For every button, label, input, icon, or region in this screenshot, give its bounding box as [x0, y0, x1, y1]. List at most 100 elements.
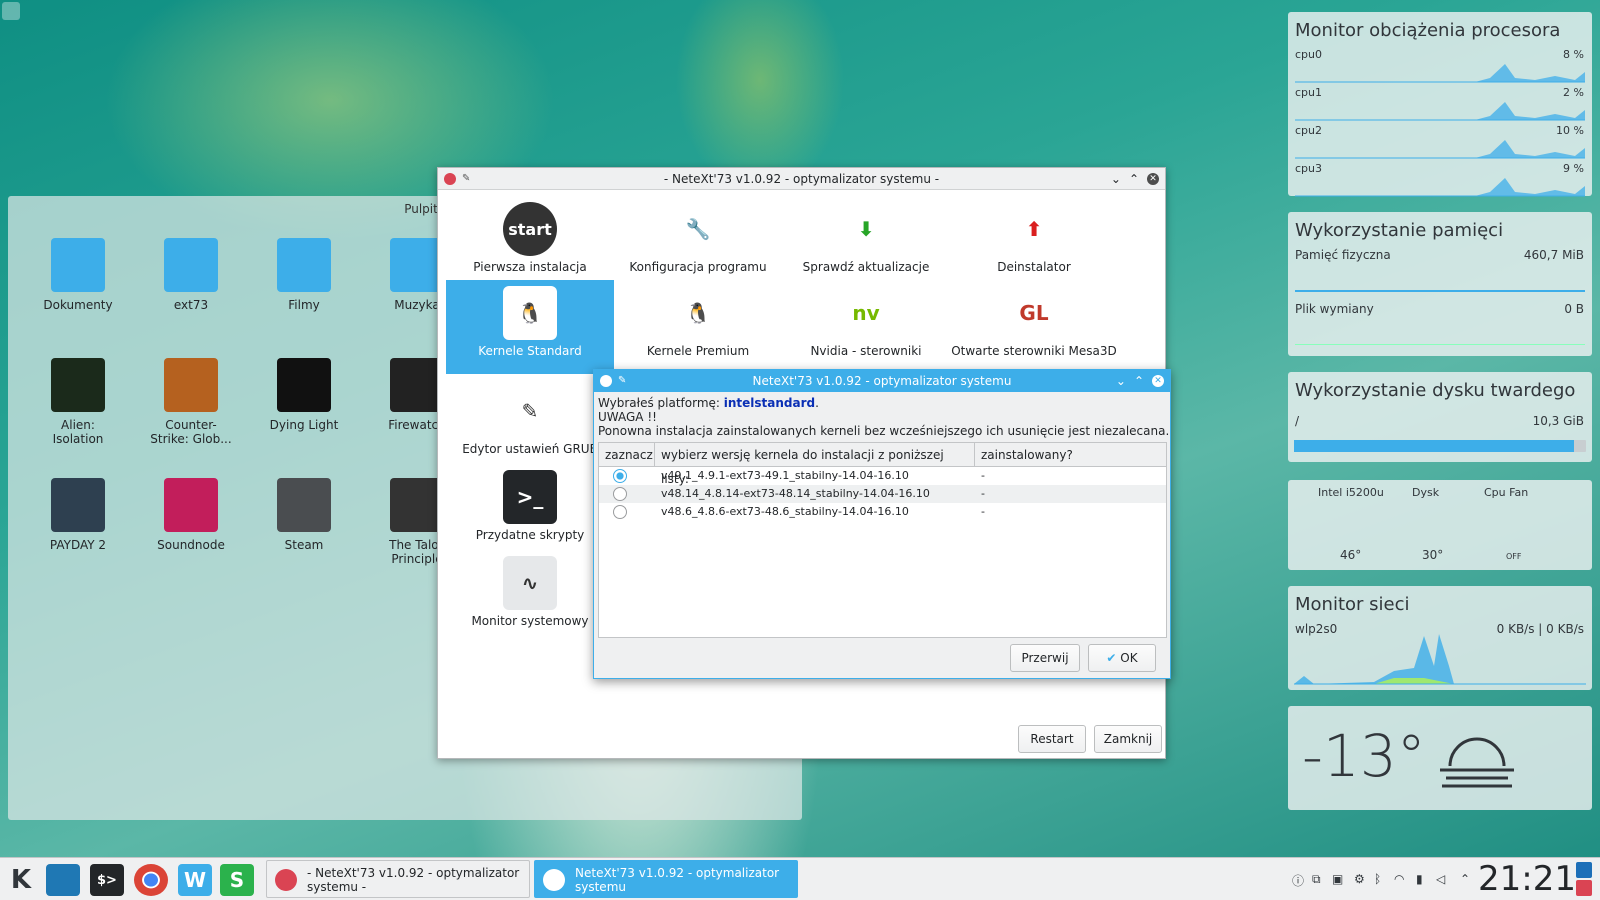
column-header-installed[interactable]: zainstalowany?	[975, 443, 1166, 466]
opengl-icon: GL	[1007, 286, 1061, 340]
main-window-titlebar[interactable]: ✎ - NeteXt'73 v1.0.92 - optymalizator sy…	[438, 168, 1165, 190]
kernel-radio[interactable]	[613, 487, 627, 501]
videos-folder-icon	[277, 238, 331, 292]
taskbar-task[interactable]: NeteXt'73 v1.0.92 - optymalizator system…	[534, 860, 798, 898]
memory-widget[interactable]: Wykorzystanie pamięci Pamięć fizyczna 46…	[1288, 212, 1592, 356]
kde-connect-icon[interactable]: ⚙	[1354, 872, 1365, 886]
kernel-dialog: ✎ NeteXt'73 v1.0.92 - optymalizator syst…	[593, 369, 1171, 679]
desktop-icon-label: Soundnode	[157, 538, 225, 552]
desktop-icon[interactable]: Dying Light	[250, 358, 358, 432]
desktop-icon[interactable]: ext73	[137, 238, 245, 312]
desktop-icon[interactable]: PAYDAY 2	[24, 478, 132, 552]
kernel-radio[interactable]	[613, 469, 627, 483]
tile-label: Deinstalator	[997, 260, 1071, 274]
kernel-radio[interactable]	[613, 505, 627, 519]
desktop-pager-icon[interactable]	[46, 864, 80, 896]
kernel-version: v48.6_4.8.6-ext73-48.6_stabilny-14.04-16…	[661, 505, 909, 518]
table-header: zaznacz wybierz wersję kernela do instal…	[599, 443, 1166, 486]
ok-label: OK	[1120, 651, 1138, 665]
desktop-icon[interactable]: Counter- Strike: Glob...	[137, 358, 245, 446]
weather-temperature: -13°	[1302, 722, 1426, 790]
maximize-icon[interactable]: ⌃	[1134, 370, 1144, 392]
tile-terminal[interactable]: >_ Przydatne skrypty	[446, 464, 614, 554]
network-widget[interactable]: Monitor sieci wlp2s0 0 KB/s | 0 KB/s	[1288, 586, 1592, 690]
tile-tux-ball[interactable]: 🐧 Kernele Standard	[446, 280, 614, 374]
clipboard-icon[interactable]: ⧉	[1312, 872, 1321, 887]
maximize-icon[interactable]: ⌃	[1129, 168, 1139, 190]
close-icon[interactable]: ✕	[1152, 375, 1164, 387]
ok-button[interactable]: ✔ OK	[1088, 644, 1156, 672]
volume-icon[interactable]: ◁	[1436, 872, 1445, 886]
tile-system-monitor[interactable]: ∿ Monitor systemowy	[446, 550, 614, 640]
tux-icon: 🐧	[671, 286, 725, 340]
cpu-core-graph	[1295, 140, 1585, 159]
alien-game-icon	[51, 358, 105, 412]
cpu-monitor-widget[interactable]: Monitor obciążenia procesora cpu0 8 % cpu1…	[1288, 12, 1592, 197]
checkmark-icon: ✔	[1106, 651, 1117, 665]
firewatch-game-icon	[390, 358, 444, 412]
app-menu-icon[interactable]	[444, 173, 456, 185]
desktop-icon[interactable]: Filmy	[250, 238, 358, 312]
tile-wrench[interactable]: 🔧 Konfiguracja programu	[614, 196, 782, 286]
close-button[interactable]: Zamknij	[1094, 725, 1162, 753]
tile-download-arrow[interactable]: ⬇ Sprawdź aktualizacje	[782, 196, 950, 286]
restart-button[interactable]: Restart	[1018, 725, 1086, 753]
sensors-widget[interactable]: Intel i5200u Dysk Cpu Fan 46° 30° OFF	[1288, 480, 1592, 570]
bluetooth-icon[interactable]: ᛒ	[1374, 872, 1381, 886]
close-icon[interactable]: ✕	[1147, 173, 1159, 185]
chrome-icon[interactable]	[134, 864, 168, 896]
writer-icon[interactable]: W	[178, 864, 212, 896]
wifi-icon[interactable]: ◠	[1394, 872, 1404, 886]
physical-memory-label: Pamięć fizyczna	[1295, 248, 1391, 262]
clock[interactable]: 21:21	[1478, 858, 1576, 900]
weather-widget[interactable]: -13°	[1288, 706, 1592, 810]
swap-value: 0 B	[1564, 302, 1584, 316]
desktop-icon[interactable]: Steam	[250, 478, 358, 552]
network-graph	[1294, 634, 1586, 685]
taskbar-task[interactable]: - NeteXt'73 v1.0.92 - optymalizator syst…	[266, 860, 530, 898]
cpu-core-graph	[1295, 178, 1585, 197]
tile-uninstall-arrow[interactable]: ⬆ Deinstalator	[950, 196, 1118, 286]
spreadsheet-icon[interactable]: S	[220, 864, 254, 896]
platform-line: Wybrałeś platformę: intelstandard.	[598, 396, 819, 410]
pin-icon[interactable]: ✎	[618, 375, 626, 387]
tile-label: Monitor systemowy	[471, 614, 589, 628]
power-icon[interactable]	[1576, 880, 1592, 896]
installed-status: -	[981, 505, 985, 518]
column-header-kernel[interactable]: wybierz wersję kernela do instalacji z p…	[655, 443, 975, 486]
minimize-icon[interactable]: ⌄	[1116, 370, 1126, 392]
kernel-version: v48.14_4.8.14-ext73-48.14_stabilny-14.04…	[661, 487, 930, 500]
tile-nvidia[interactable]: nv Nvidia - sterowniki	[782, 280, 950, 370]
desktop-icon-label: Filmy	[288, 298, 320, 312]
minimize-icon[interactable]: ⌄	[1111, 168, 1121, 190]
swap-label: Plik wymiany	[1295, 302, 1374, 316]
table-row[interactable]: v49.1_4.9.1-ext73-49.1_stabilny-14.04-16…	[599, 467, 1166, 485]
tray-expand-icon[interactable]: ⌃	[1460, 872, 1470, 886]
table-row[interactable]: v48.14_4.8.14-ext73-48.14_stabilny-14.04…	[599, 485, 1166, 503]
tile-pencil[interactable]: ✎ Edytor ustawień GRUB	[446, 378, 614, 468]
kde-launcher-icon[interactable]: K	[4, 864, 38, 896]
desktop-toolbox-icon[interactable]	[2, 2, 20, 20]
tile-opengl[interactable]: GL Otwarte sterowniki Mesa3D	[950, 280, 1118, 370]
dialog-titlebar[interactable]: ✎ NeteXt'73 v1.0.92 - optymalizator syst…	[594, 370, 1170, 392]
tile-tux[interactable]: 🐧 Kernele Premium	[614, 280, 782, 370]
sensor-value-disk: 30°	[1422, 548, 1444, 562]
memory-widget-title: Wykorzystanie pamięci	[1295, 220, 1504, 241]
pin-icon[interactable]: ✎	[462, 173, 470, 185]
disk-widget[interactable]: Wykorzystanie dysku twardego / 10,3 GiB	[1288, 372, 1592, 462]
terminal-icon[interactable]: $>	[90, 864, 124, 896]
device-icon[interactable]: ▣	[1332, 872, 1343, 886]
cancel-button[interactable]: Przerwij	[1010, 644, 1080, 672]
desktop-icon[interactable]: Soundnode	[137, 478, 245, 552]
desktop-icon[interactable]: Alien: Isolation	[24, 358, 132, 446]
desktop-icon[interactable]: Dokumenty	[24, 238, 132, 312]
table-row[interactable]: v48.6_4.8.6-ext73-48.6_stabilny-14.04-16…	[599, 503, 1166, 521]
cpu-core-graph	[1295, 64, 1585, 83]
info-icon[interactable]: ⓘ	[1292, 872, 1304, 889]
battery-icon[interactable]: ▮	[1416, 872, 1423, 886]
tux-small-icon[interactable]	[600, 375, 612, 387]
memory-graph	[1295, 290, 1585, 292]
lock-screen-icon[interactable]	[1576, 862, 1592, 878]
column-header-select[interactable]: zaznacz	[599, 443, 655, 466]
tile-start[interactable]: start Pierwsza instalacja	[446, 196, 614, 286]
